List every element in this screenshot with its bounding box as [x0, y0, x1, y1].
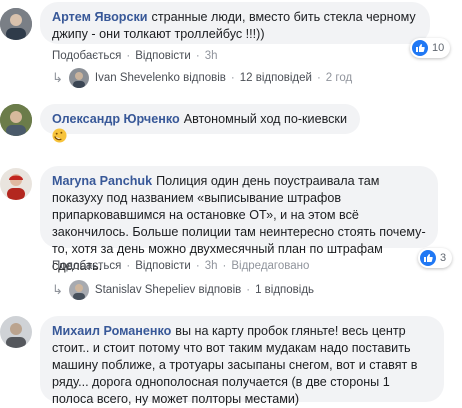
reply-link[interactable]: Відповісти — [135, 260, 191, 272]
comment-author[interactable]: Артем Яворски — [52, 10, 148, 24]
reply-time: 2 год — [325, 72, 353, 84]
comment-actions: Подобається · Відповісти · 3h · Відредаговано — [52, 260, 310, 272]
reply-author[interactable]: Ivan Shevelenko відповів — [95, 72, 226, 84]
comment-author[interactable]: Михаил Романенко — [52, 324, 171, 338]
reply-author[interactable]: Stanislav Shepeliev відповів — [95, 284, 241, 296]
reply-arrow-icon: ↳ — [52, 282, 63, 297]
avatar[interactable] — [0, 168, 32, 200]
like-icon — [420, 250, 436, 266]
avatar[interactable] — [0, 8, 32, 40]
avatar[interactable] — [0, 316, 32, 348]
reply-link[interactable]: Відповісти — [135, 50, 191, 62]
comment-bubble: Михаил Романенко вы на карту пробок глянь… — [40, 316, 444, 406]
like-icon — [412, 40, 428, 56]
comment-bubble: Maryna Panchuk Полиция один день поустраи… — [40, 166, 438, 273]
comment-bubble: Олександр Юрченко Автономный ход по-киевс… — [40, 104, 360, 143]
avatar[interactable] — [0, 104, 32, 136]
reaction-count[interactable]: 10 — [410, 38, 451, 58]
like-link[interactable]: Подобається — [52, 260, 121, 272]
view-replies[interactable]: ↳ Stanislav Shepeliev відповів · 1 відпові… — [52, 280, 314, 300]
reaction-count[interactable]: 3 — [418, 248, 453, 268]
reply-arrow-icon: ↳ — [52, 70, 63, 85]
comment-text: Автономный ход по-киевски — [183, 112, 347, 126]
reply-count[interactable]: 12 відповідей — [240, 72, 312, 84]
comment-text: Полиция один день поустраивала там показ… — [52, 174, 426, 273]
edited-label[interactable]: Відредаговано — [231, 260, 309, 272]
like-link[interactable]: Подобається — [52, 50, 121, 62]
comment-author[interactable]: Maryna Panchuk — [52, 174, 152, 188]
avatar — [68, 280, 89, 300]
comment-time[interactable]: 3h — [205, 260, 218, 272]
rofl-emoji-icon — [52, 128, 67, 148]
comment-time[interactable]: 3h — [205, 50, 218, 62]
reply-count[interactable]: 1 відповідь — [255, 284, 314, 296]
comment-bubble: Артем Яворски странные люди, вместо бить … — [40, 2, 430, 44]
avatar — [68, 68, 89, 88]
comment-actions: Подобається · Відповісти · 3h — [52, 50, 218, 62]
comment-author[interactable]: Олександр Юрченко — [52, 112, 180, 126]
view-replies[interactable]: ↳ Ivan Shevelenko відповів · 12 відповідей… — [52, 68, 352, 88]
